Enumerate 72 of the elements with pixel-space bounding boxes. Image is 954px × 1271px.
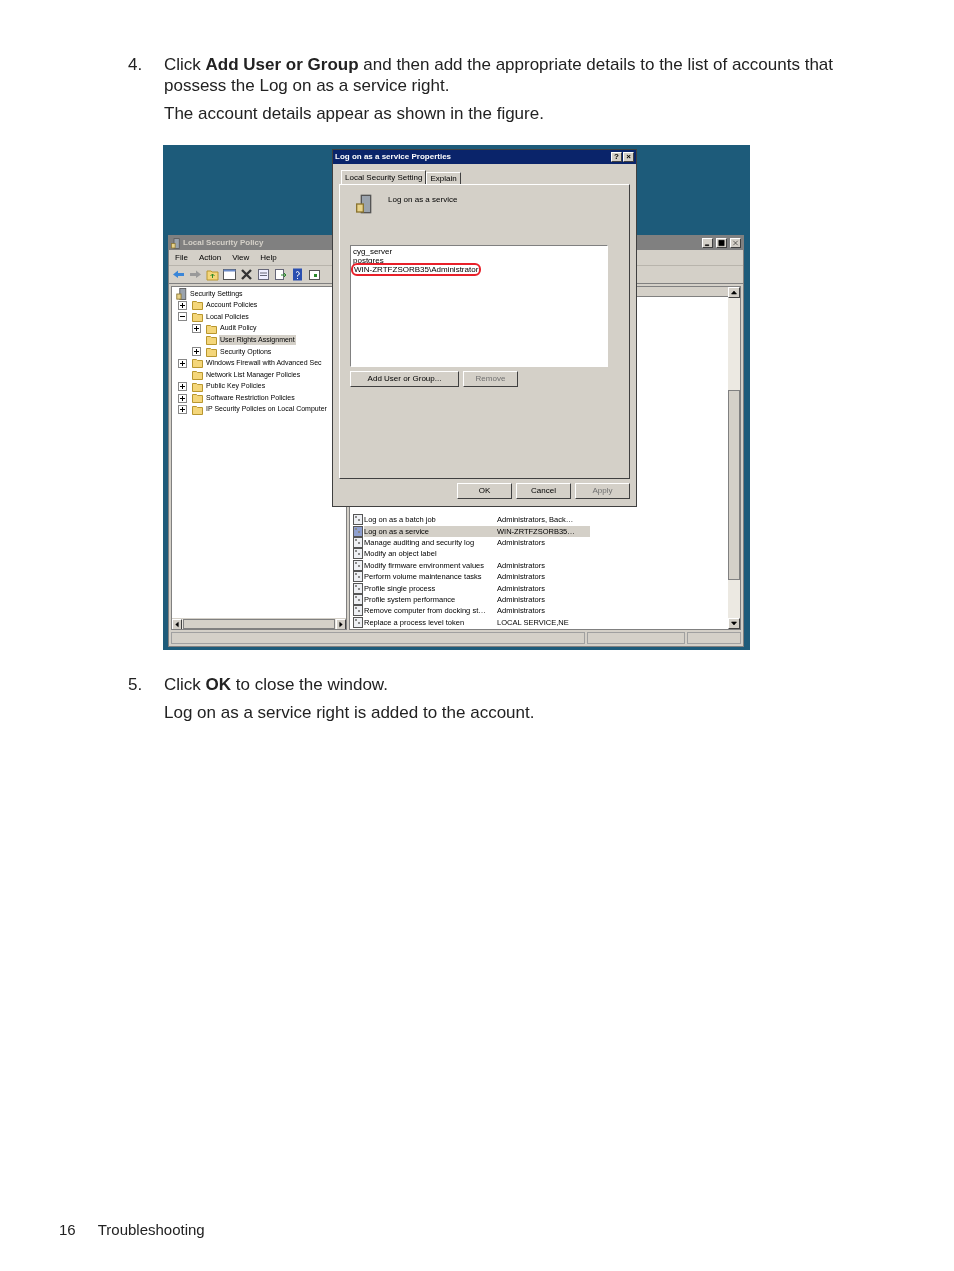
window-title: Local Security Policy bbox=[183, 237, 264, 249]
step-text: Click Add User or Group and then add the appropriate details to the list of accounts that possess the Log on as a service right. bbox=[164, 54, 834, 96]
policy-tree-icon bbox=[176, 287, 187, 300]
vertical-scrollbar[interactable] bbox=[728, 287, 740, 629]
policy-icon bbox=[353, 514, 363, 526]
menu-item[interactable]: Help bbox=[260, 251, 277, 264]
collapse-icon[interactable] bbox=[178, 312, 187, 322]
menu-item[interactable]: File bbox=[175, 251, 188, 264]
expand-icon[interactable] bbox=[192, 347, 201, 357]
menu-item[interactable]: View bbox=[232, 251, 250, 264]
export-icon[interactable] bbox=[274, 268, 287, 281]
menu-item[interactable]: Action bbox=[198, 251, 222, 264]
console-tree-icon[interactable] bbox=[223, 268, 236, 281]
expand-icon[interactable] bbox=[178, 393, 187, 403]
step-text: Log on as a service right is added to the account. bbox=[164, 702, 535, 723]
account-item[interactable]: cyg_server bbox=[353, 247, 393, 256]
step-text: The account details appear as shown in the figure. bbox=[164, 103, 545, 124]
expand-icon[interactable] bbox=[192, 324, 201, 334]
folder-icon bbox=[206, 346, 217, 357]
horizontal-scrollbar[interactable] bbox=[172, 618, 346, 629]
policy-icon bbox=[353, 594, 363, 605]
dialog-button[interactable]: OK bbox=[457, 483, 512, 499]
folder-icon bbox=[192, 369, 203, 380]
folder-icon bbox=[192, 312, 203, 322]
step-number: 5. bbox=[128, 674, 144, 696]
policy-icon bbox=[353, 571, 363, 583]
policy-name: Log on as a service bbox=[388, 194, 458, 206]
add-user-button[interactable]: Add User or Group... bbox=[350, 371, 459, 387]
policy-icon bbox=[353, 525, 363, 537]
folder-icon bbox=[192, 393, 203, 404]
close-button[interactable]: × bbox=[623, 152, 634, 162]
dialog-tab[interactable]: Local Security Setting bbox=[341, 170, 427, 184]
expand-icon[interactable] bbox=[178, 300, 187, 310]
help-button[interactable]: ? bbox=[611, 152, 622, 162]
account-item[interactable]: WIN-ZRTFZSORB35\Administrator bbox=[353, 265, 480, 274]
step-text: Click OK to close the window. bbox=[164, 674, 389, 695]
maximize-icon[interactable] bbox=[716, 238, 727, 248]
dialog-tab[interactable]: Explain bbox=[426, 172, 461, 184]
pane-icon[interactable] bbox=[308, 268, 321, 281]
scroll-thumb[interactable] bbox=[728, 390, 740, 580]
step-number: 4. bbox=[128, 54, 144, 76]
page-number: 16 bbox=[59, 1219, 76, 1240]
policy-icon bbox=[353, 559, 363, 571]
folder-icon bbox=[192, 404, 203, 415]
expand-icon[interactable] bbox=[178, 358, 187, 368]
dialog-title: Log on as a service Properties bbox=[335, 151, 453, 163]
scroll-thumb[interactable] bbox=[183, 619, 335, 629]
policy-icon bbox=[353, 548, 363, 560]
folder-icon bbox=[206, 335, 217, 346]
policy-icon bbox=[353, 582, 363, 594]
properties-icon[interactable] bbox=[257, 268, 270, 281]
scroll-right-icon[interactable] bbox=[336, 619, 346, 629]
scroll-up-icon[interactable] bbox=[728, 287, 740, 298]
up-folder-icon[interactable] bbox=[206, 268, 219, 281]
expand-icon[interactable] bbox=[178, 382, 187, 392]
minimize-icon[interactable] bbox=[702, 238, 713, 248]
policy-icon bbox=[353, 537, 363, 549]
delete-icon[interactable] bbox=[240, 268, 253, 281]
scroll-left-icon[interactable] bbox=[172, 619, 182, 629]
app-icon bbox=[171, 237, 180, 249]
folder-icon bbox=[192, 358, 203, 369]
folder-icon bbox=[206, 323, 217, 334]
expand-icon[interactable] bbox=[178, 405, 187, 415]
folder-icon bbox=[192, 381, 203, 392]
policy-icon bbox=[353, 605, 363, 617]
footer-section: Troubleshooting bbox=[97, 1218, 205, 1241]
close-icon[interactable] bbox=[730, 238, 741, 248]
folder-icon bbox=[192, 300, 203, 311]
server-icon bbox=[356, 193, 372, 215]
scroll-down-icon[interactable] bbox=[728, 618, 740, 629]
help-icon[interactable] bbox=[291, 268, 304, 281]
dialog-button[interactable]: Cancel bbox=[516, 483, 571, 499]
